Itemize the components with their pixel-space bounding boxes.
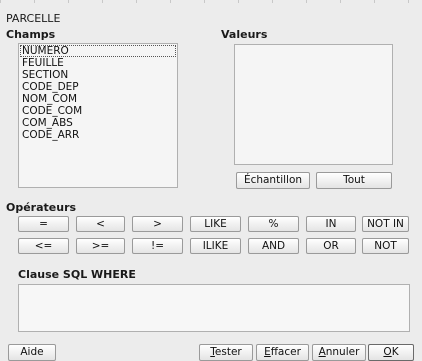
- operator-equals-button[interactable]: =: [18, 216, 69, 232]
- cancel-button[interactable]: Annuler: [312, 344, 366, 361]
- field-item[interactable]: COM_ABS: [20, 117, 176, 129]
- operator-ilike-button[interactable]: ILIKE: [190, 238, 241, 254]
- fields-list[interactable]: NUMERO FEUILLE SECTION CODE_DEP NOM_COM CODE_…: [18, 43, 178, 188]
- all-button[interactable]: Tout: [316, 172, 392, 189]
- operator-not-in-button[interactable]: NOT IN: [362, 216, 409, 232]
- operators-label: Opérateurs: [6, 201, 77, 214]
- where-label: Clause SQL WHERE: [18, 268, 136, 281]
- operator-greater-than-button[interactable]: >: [132, 216, 183, 232]
- operator-not-equal-button[interactable]: !=: [132, 238, 183, 254]
- operator-like-button[interactable]: LIKE: [190, 216, 241, 232]
- sample-button[interactable]: Échantillon: [236, 172, 310, 189]
- test-button[interactable]: Tester: [199, 344, 253, 361]
- field-item[interactable]: NUMERO: [20, 45, 176, 57]
- values-list[interactable]: [234, 44, 393, 165]
- field-item[interactable]: CODE_DEP: [20, 81, 176, 93]
- operator-in-button[interactable]: IN: [306, 216, 356, 232]
- field-item[interactable]: CODE_ARR: [20, 129, 176, 141]
- where-clause-field[interactable]: [18, 284, 410, 332]
- operator-or-button[interactable]: OR: [306, 238, 356, 254]
- ok-button[interactable]: OK: [368, 344, 414, 361]
- operator-greater-equal-button[interactable]: >=: [76, 238, 125, 254]
- operator-not-button[interactable]: NOT: [362, 238, 409, 254]
- operator-percent-button[interactable]: %: [248, 216, 299, 232]
- fields-label: Champs: [6, 28, 56, 41]
- field-item[interactable]: SECTION: [20, 69, 176, 81]
- field-item[interactable]: NOM_COM: [20, 93, 176, 105]
- operator-less-than-button[interactable]: <: [76, 216, 125, 232]
- layer-title: PARCELLE: [6, 12, 61, 25]
- clear-button[interactable]: Effacer: [256, 344, 309, 361]
- operator-less-equal-button[interactable]: <=: [18, 238, 69, 254]
- window-top-edge: [0, 0, 422, 3]
- values-label: Valeurs: [221, 28, 268, 41]
- help-button[interactable]: Aide: [8, 344, 56, 361]
- operator-and-button[interactable]: AND: [248, 238, 299, 254]
- field-item[interactable]: CODE_COM: [20, 105, 176, 117]
- field-item[interactable]: FEUILLE: [20, 57, 176, 69]
